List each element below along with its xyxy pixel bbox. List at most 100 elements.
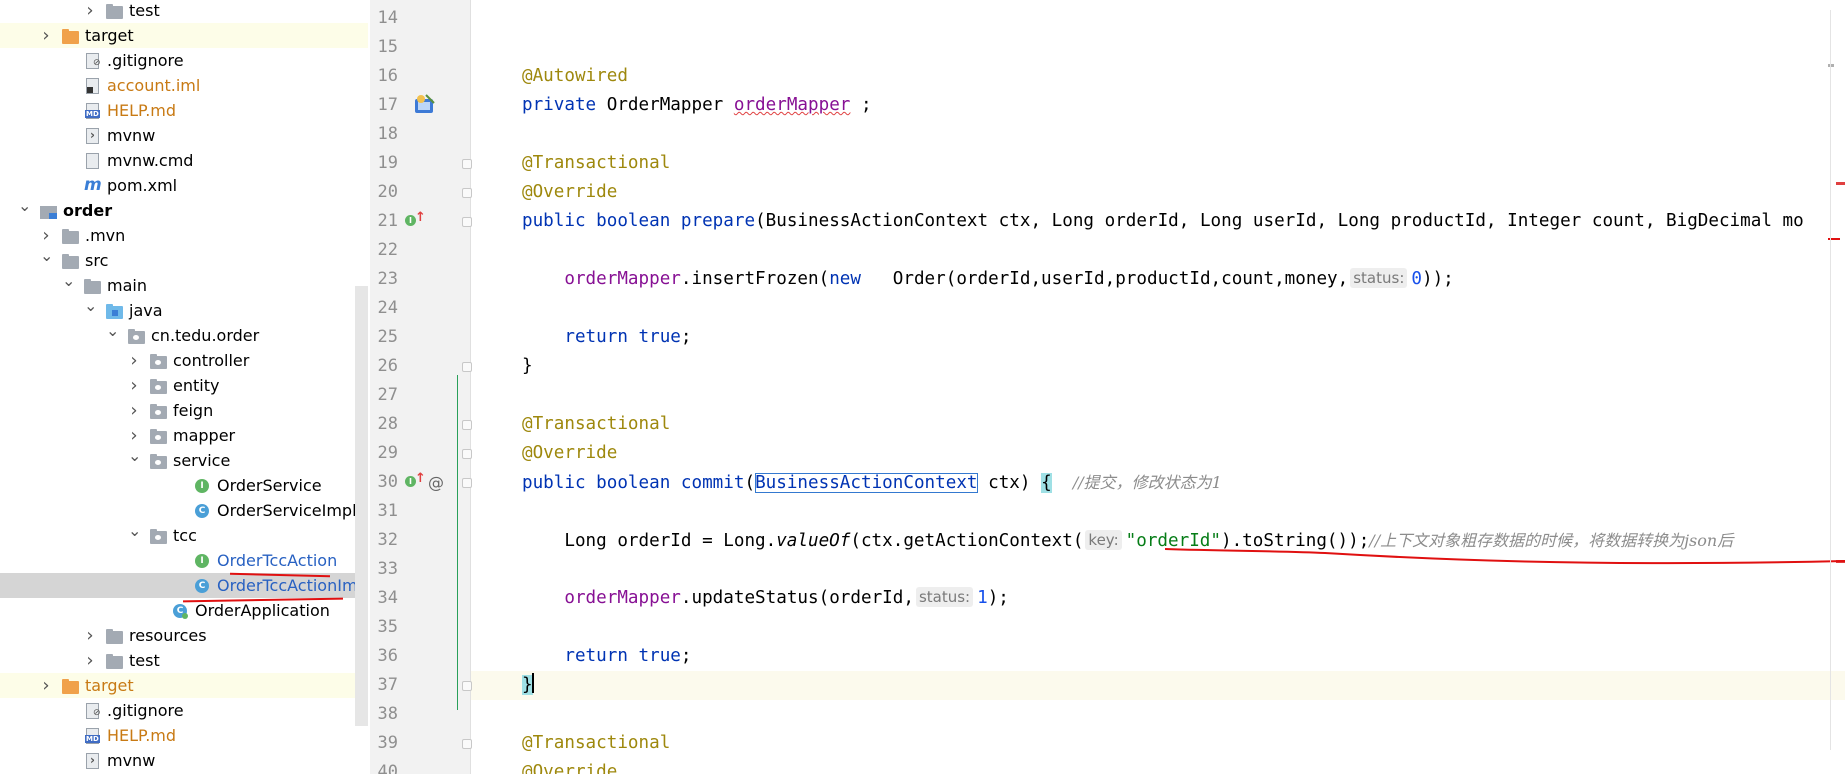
fold-marker-icon[interactable] [462, 681, 472, 691]
line-number: 20 [377, 182, 398, 202]
chevron-right-icon[interactable]: › [40, 23, 52, 48]
tree-item[interactable]: C OrderServiceImpl [0, 498, 368, 523]
tree-item[interactable]: › test [0, 0, 368, 23]
chevron-right-icon[interactable]: › [128, 348, 140, 373]
code-line[interactable]: orderMapper.insertFrozen(new Order(order… [522, 265, 1454, 294]
code-line[interactable]: @Autowired [522, 62, 628, 91]
code-line[interactable]: @Override [522, 758, 617, 774]
fold-marker-icon[interactable] [462, 159, 472, 169]
fold-marker-icon[interactable] [462, 188, 472, 198]
fold-marker-icon[interactable] [462, 420, 472, 430]
tree-item[interactable]: HELP.md [0, 98, 368, 123]
fold-marker-icon[interactable] [462, 739, 472, 749]
tree-item-label: mvnw [107, 126, 156, 145]
tree-item-label: entity [173, 376, 220, 395]
fold-marker-icon[interactable] [462, 217, 472, 227]
package-icon [150, 527, 167, 544]
chevron-down-icon[interactable]: ⌄ [62, 268, 75, 293]
fold-marker-icon[interactable] [462, 449, 472, 459]
tree-item[interactable]: ⌄ order [0, 196, 368, 223]
code-line[interactable]: @Override [522, 439, 617, 468]
line-number: 24 [377, 298, 398, 318]
code-token: ; [680, 327, 692, 347]
code-line[interactable]: private OrderMapper orderMapper ; [522, 91, 872, 120]
tree-item[interactable]: › mapper [0, 423, 368, 448]
chevron-right-icon[interactable]: › [84, 0, 96, 23]
spring-bean-navigation-icon[interactable] [412, 93, 438, 120]
tree-item[interactable]: ⌄ src [0, 246, 368, 273]
tree-item[interactable]: I OrderTccAction [0, 548, 368, 573]
code-token: 0 [1411, 269, 1422, 289]
chevron-right-icon[interactable]: › [128, 373, 140, 398]
tree-item[interactable]: ⌄ java [0, 296, 368, 323]
tree-item[interactable]: ⌄ service [0, 446, 368, 473]
code-line[interactable]: } [522, 352, 533, 381]
code-token: new [829, 269, 872, 289]
file-icon [84, 152, 101, 169]
code-line[interactable]: @Transactional [522, 149, 670, 178]
implements-method-icon[interactable]: I ↑ [405, 211, 426, 227]
markdown-file-icon [84, 102, 101, 119]
tree-item[interactable]: account.iml [0, 73, 368, 98]
chevron-right-icon[interactable]: › [128, 398, 140, 423]
chevron-down-icon[interactable]: ⌄ [128, 443, 141, 468]
code-token: BusinessActionContext [755, 473, 978, 493]
chevron-down-icon[interactable]: ⌄ [128, 518, 141, 543]
code-line[interactable]: return true; [522, 323, 692, 352]
tree-item[interactable]: › target [0, 23, 368, 48]
chevron-right-icon[interactable]: › [84, 623, 96, 648]
line-number: 40 [377, 762, 398, 774]
line-number: 19 [377, 153, 398, 173]
code-line[interactable]: return true; [522, 642, 691, 671]
tree-item[interactable]: › test [0, 648, 368, 673]
chevron-down-icon[interactable]: ⌄ [106, 318, 119, 343]
code-token: return [564, 327, 639, 347]
chevron-right-icon[interactable]: › [40, 673, 52, 698]
tree-item-label: main [107, 276, 147, 295]
code-line[interactable]: public boolean commit(BusinessActionCont… [522, 468, 1222, 497]
tree-item[interactable]: › resources [0, 623, 368, 648]
implements-method-icon[interactable]: I ↑ [405, 472, 426, 488]
code-editor[interactable]: 14 15 16 @Autowired 17 private OrderMapper or… [370, 0, 1845, 774]
code-token: } [522, 356, 533, 376]
chevron-right-icon[interactable]: › [84, 648, 96, 673]
code-line[interactable]: @Transactional [522, 410, 670, 439]
tree-item[interactable]: I OrderService [0, 473, 368, 498]
code-line[interactable]: public boolean prepare(BusinessActionCon… [522, 207, 1804, 236]
code-line[interactable]: orderMapper.updateStatus(orderId, status:… [522, 584, 1009, 613]
gutter-divider [470, 0, 471, 774]
fold-marker-icon[interactable] [462, 362, 472, 372]
code-line[interactable]: @Override [522, 178, 617, 207]
code-token: @Override [522, 762, 618, 774]
tree-item[interactable]: › .mvn [0, 223, 368, 248]
chevron-down-icon[interactable]: ⌄ [18, 193, 31, 218]
chevron-down-icon[interactable]: ⌄ [84, 293, 97, 318]
tree-item[interactable]: m pom.xml [0, 173, 368, 198]
module-icon [40, 202, 57, 219]
tree-item[interactable]: › feign [0, 398, 368, 423]
code-token: boolean [596, 473, 681, 493]
project-tree: › test › target .gitignore account.iml HELP.md… [0, 0, 368, 774]
tree-item[interactable]: mvnw [0, 123, 368, 148]
code-line[interactable]: @Transactional [522, 729, 670, 758]
tree-item[interactable]: ⌄ main [0, 271, 368, 298]
editor-scrollbar[interactable] [1830, 10, 1831, 750]
tree-item[interactable]: mvnw [0, 748, 368, 773]
tree-scrollbar[interactable] [355, 286, 368, 726]
tree-item[interactable]: HELP.md [0, 723, 368, 748]
code-token: )); [1421, 269, 1454, 289]
tree-item[interactable]: › entity [0, 373, 368, 398]
fold-marker-icon[interactable] [462, 478, 472, 488]
code-line[interactable]: } [522, 671, 534, 700]
tree-item[interactable]: ⌄ cn.tedu.order [0, 321, 368, 348]
tree-item[interactable]: › controller [0, 348, 368, 373]
tree-item[interactable]: › target [0, 673, 368, 698]
code-token: @Transactional [522, 733, 671, 753]
tree-item[interactable]: mvnw.cmd [0, 148, 368, 173]
tree-item[interactable]: .gitignore [0, 698, 368, 723]
annotation-marker-icon[interactable]: @ [428, 468, 444, 497]
tree-item[interactable]: .gitignore [0, 48, 368, 73]
chevron-down-icon[interactable]: ⌄ [40, 243, 53, 268]
tree-item[interactable]: ⌄ tcc [0, 521, 368, 548]
